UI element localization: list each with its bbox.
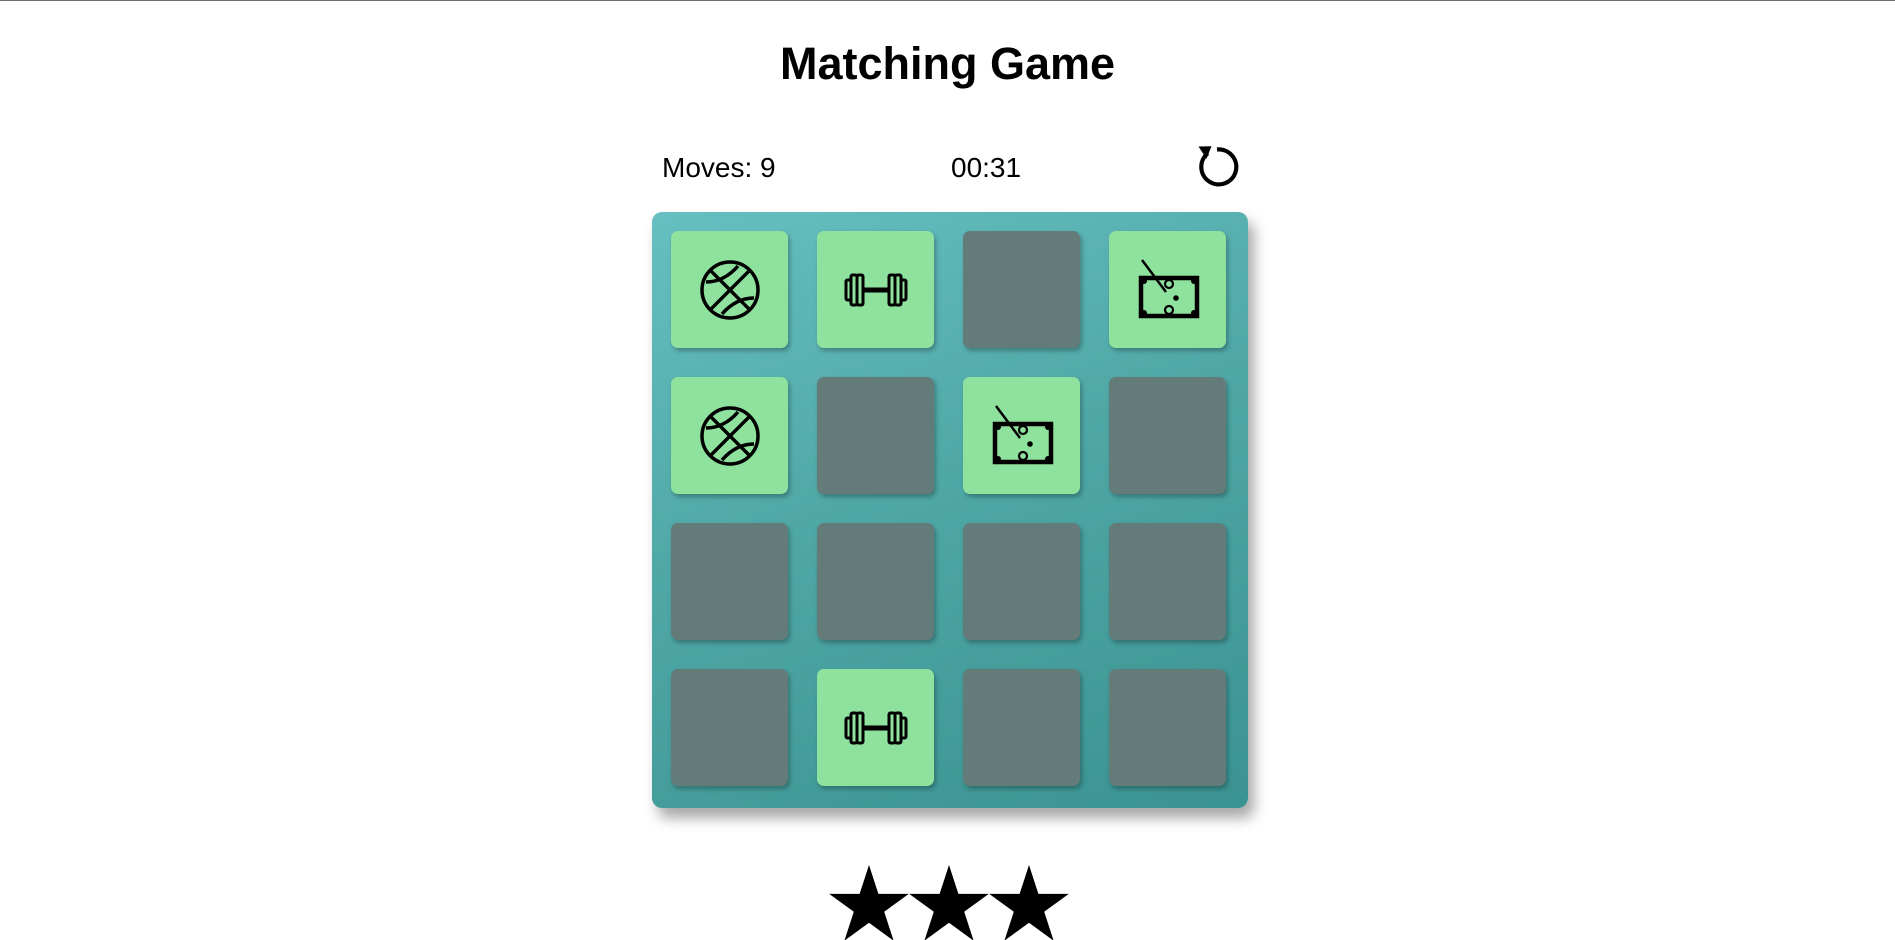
- star-rating: [828, 862, 1073, 940]
- restart-icon: [1198, 146, 1239, 187]
- moves-counter: Moves: 9: [662, 152, 776, 183]
- billiards-table-icon: [990, 404, 1054, 468]
- card-closed[interactable]: [963, 523, 1080, 640]
- card-closed[interactable]: [1109, 523, 1226, 640]
- card-closed[interactable]: [817, 377, 934, 494]
- star-icon: [828, 864, 910, 940]
- card-open[interactable]: [963, 377, 1080, 494]
- card-closed[interactable]: [671, 669, 788, 786]
- card-open[interactable]: [671, 231, 788, 348]
- card-closed[interactable]: [1109, 377, 1226, 494]
- page-title: Matching Game: [779, 38, 1116, 89]
- billiards-table-icon: [1136, 258, 1200, 322]
- timer: 00:31: [951, 152, 1022, 183]
- card-closed[interactable]: [817, 523, 934, 640]
- card-closed[interactable]: [963, 669, 1080, 786]
- basketball-icon: [698, 258, 762, 322]
- card-deck: [652, 212, 1248, 808]
- dumbbell-icon: [844, 270, 908, 310]
- dumbbell-icon: [844, 708, 908, 748]
- basketball-icon: [698, 404, 762, 468]
- star-icon: [988, 864, 1070, 940]
- restart-button[interactable]: [1194, 143, 1240, 189]
- card-open[interactable]: [1109, 231, 1226, 348]
- score-panel: Moves: 9 00:31: [653, 141, 1250, 193]
- star-icon: [908, 864, 990, 940]
- card-open[interactable]: [671, 377, 788, 494]
- card-closed[interactable]: [671, 523, 788, 640]
- card-closed[interactable]: [1109, 669, 1226, 786]
- card-open[interactable]: [817, 231, 934, 348]
- card-closed[interactable]: [963, 231, 1080, 348]
- top-divider: [0, 0, 1895, 1]
- card-open[interactable]: [817, 669, 934, 786]
